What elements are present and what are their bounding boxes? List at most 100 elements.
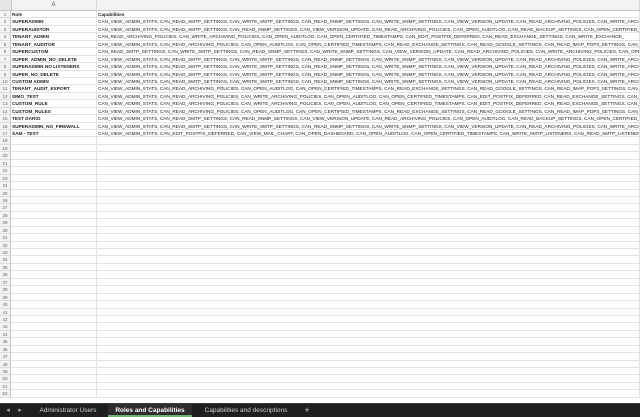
capabilities-cell[interactable]: [97, 353, 640, 361]
role-cell[interactable]: TEST DARIO: [11, 115, 97, 123]
role-cell[interactable]: [11, 315, 97, 324]
row-number[interactable]: 39: [0, 293, 11, 302]
role-cell[interactable]: [11, 204, 97, 212]
prev-sheet-icon[interactable]: ◂: [3, 406, 13, 416]
role-cell[interactable]: [11, 234, 97, 242]
role-cell[interactable]: SUPERADMIN NO LISTENERS: [11, 63, 97, 71]
role-cell[interactable]: [11, 308, 97, 316]
role-cell[interactable]: [11, 196, 97, 205]
capabilities-cell[interactable]: [97, 330, 640, 339]
capabilities-cell[interactable]: [97, 174, 640, 183]
capabilities-cell[interactable]: [97, 271, 640, 279]
capabilities-cell[interactable]: [97, 315, 640, 324]
capabilities-cell[interactable]: CAN_VIEW_ADMIN_STATS, CAN_READ_SMTP_SETT…: [97, 63, 640, 71]
row-number[interactable]: 20: [0, 152, 11, 160]
row-number[interactable]: 6: [0, 48, 11, 56]
row-number[interactable]: 9: [0, 70, 11, 78]
capabilities-cell[interactable]: CAN_VIEW_ADMIN_STATS, CAN_READ_SMTP_SETT…: [97, 55, 640, 64]
next-sheet-icon[interactable]: ▸: [15, 406, 25, 416]
capabilities-cell[interactable]: [97, 226, 640, 235]
row-number[interactable]: 30: [0, 226, 11, 235]
row-number[interactable]: 17: [0, 130, 11, 138]
role-cell[interactable]: [11, 256, 97, 264]
row-number[interactable]: 21: [0, 159, 11, 168]
row-number[interactable]: 34: [0, 256, 11, 264]
row-number[interactable]: 3: [0, 25, 11, 34]
row-number[interactable]: 22: [0, 167, 11, 175]
role-cell[interactable]: CUSTOM_RULES: [11, 107, 97, 116]
capabilities-cell[interactable]: [97, 301, 640, 309]
row-number[interactable]: 50: [0, 375, 11, 383]
row-number[interactable]: 36: [0, 271, 11, 279]
capabilities-cell[interactable]: [97, 152, 640, 160]
role-cell[interactable]: [11, 182, 97, 190]
row-number[interactable]: 1: [0, 11, 11, 19]
row-number[interactable]: 42: [0, 315, 11, 324]
role-cell[interactable]: TENANT_AUDITOR: [11, 40, 97, 49]
role-cell[interactable]: SIMO_TEST: [11, 92, 97, 101]
row-number[interactable]: 15: [0, 115, 11, 123]
row-number[interactable]: 47: [0, 353, 11, 361]
capabilities-cell[interactable]: [97, 256, 640, 264]
capabilities-cell[interactable]: CAN_VIEW_ADMIN_STATS, CAN_READ_ARCHIVING…: [97, 40, 640, 49]
role-cell[interactable]: [11, 249, 97, 257]
role-cell[interactable]: SUPER_NO_DELETE: [11, 70, 97, 78]
row-number[interactable]: 43: [0, 323, 11, 331]
column-header-b[interactable]: [97, 0, 640, 10]
capabilities-cell[interactable]: [97, 308, 640, 316]
capabilities-cell[interactable]: [97, 286, 640, 294]
role-cell[interactable]: [11, 360, 97, 368]
role-cell[interactable]: [11, 174, 97, 183]
capabilities-cell[interactable]: [97, 323, 640, 331]
row-number[interactable]: 25: [0, 189, 11, 197]
header-cell-role[interactable]: Role: [11, 11, 97, 19]
capabilities-cell[interactable]: [97, 368, 640, 376]
column-header-a[interactable]: A: [11, 0, 97, 10]
row-number[interactable]: 44: [0, 330, 11, 339]
row-number[interactable]: 19: [0, 144, 11, 153]
row-number[interactable]: 5: [0, 40, 11, 49]
role-cell[interactable]: SUPERAUDITOR: [11, 25, 97, 34]
capabilities-cell[interactable]: CAN_VIEW_ADMIN_STATS, CAN_READ_SMTP_SETT…: [97, 115, 640, 123]
role-cell[interactable]: [11, 137, 97, 145]
capabilities-cell[interactable]: CAN_VIEW_ADMIN_STATS, CAN_EDIT_POSTFIX_D…: [97, 130, 640, 138]
role-cell[interactable]: [11, 375, 97, 383]
row-number[interactable]: 35: [0, 263, 11, 272]
role-cell[interactable]: SUPERADMIN_NO_FIREWALL: [11, 122, 97, 130]
row-number[interactable]: 26: [0, 196, 11, 205]
row-number[interactable]: 29: [0, 219, 11, 227]
capabilities-cell[interactable]: [97, 196, 640, 205]
role-cell[interactable]: TENANT_ADMIN: [11, 33, 97, 41]
row-number[interactable]: 23: [0, 174, 11, 183]
capabilities-cell[interactable]: [97, 390, 640, 398]
row-number[interactable]: 18: [0, 137, 11, 145]
capabilities-cell[interactable]: [97, 211, 640, 220]
capabilities-cell[interactable]: [97, 345, 640, 354]
role-cell[interactable]: [11, 293, 97, 302]
role-cell[interactable]: TENANT_AUDIT_EXPORT: [11, 85, 97, 93]
capabilities-cell[interactable]: [97, 182, 640, 190]
row-number[interactable]: 28: [0, 211, 11, 220]
role-cell[interactable]: [11, 263, 97, 272]
tab-capabilities-and-descriptions[interactable]: Capabilities and descriptions: [194, 404, 298, 417]
row-number[interactable]: 41: [0, 308, 11, 316]
capabilities-cell[interactable]: [97, 338, 640, 346]
capabilities-cell[interactable]: [97, 263, 640, 272]
role-cell[interactable]: [11, 368, 97, 376]
capabilities-cell[interactable]: CAN_VIEW_ADMIN_STATS, CAN_READ_ARCHIVING…: [97, 100, 640, 108]
role-cell[interactable]: [11, 211, 97, 220]
row-number[interactable]: 14: [0, 107, 11, 116]
role-cell[interactable]: [11, 330, 97, 339]
capabilities-cell[interactable]: CAN_VIEW_ADMIN_STATS, CAN_READ_SMTP_SETT…: [97, 122, 640, 130]
capabilities-cell[interactable]: CAN_READ_SMTP_SETTINGS, CAN_WRITE_SMTP_S…: [97, 48, 640, 56]
capabilities-cell[interactable]: CAN_VIEW_ADMIN_STATS, CAN_READ_SMTP_SETT…: [97, 77, 640, 86]
role-cell[interactable]: [11, 353, 97, 361]
row-number[interactable]: 27: [0, 204, 11, 212]
row-number[interactable]: 37: [0, 278, 11, 287]
role-cell[interactable]: [11, 189, 97, 197]
role-cell[interactable]: [11, 338, 97, 346]
row-number[interactable]: 8: [0, 63, 11, 71]
row-number[interactable]: 12: [0, 92, 11, 101]
role-cell[interactable]: [11, 286, 97, 294]
row-number[interactable]: 51: [0, 382, 11, 391]
